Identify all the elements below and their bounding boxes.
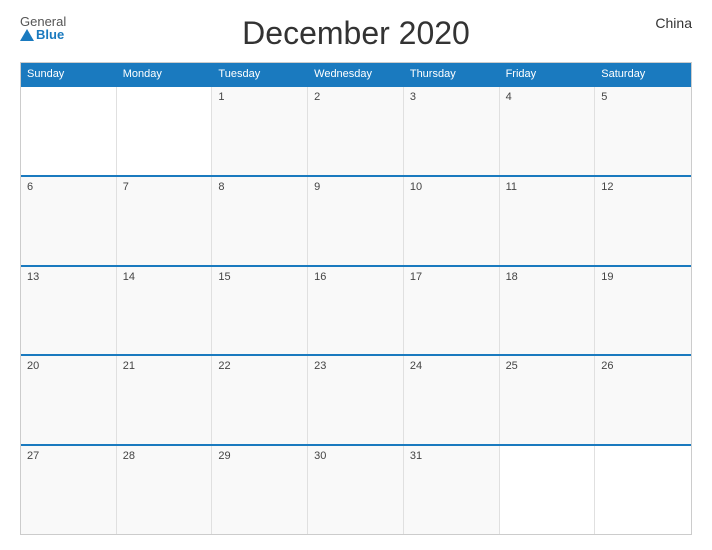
day-number: 27 xyxy=(27,450,39,462)
day-cell-w0-d2: 1 xyxy=(212,87,308,175)
day-cell-w4-d5 xyxy=(500,446,596,534)
header-thursday: Thursday xyxy=(404,63,500,85)
day-number: 2 xyxy=(314,91,320,103)
day-cell-w0-d6: 5 xyxy=(595,87,691,175)
day-cell-w0-d4: 3 xyxy=(404,87,500,175)
weeks-container: 1234567891011121314151617181920212223242… xyxy=(21,85,691,534)
day-cell-w2-d4: 17 xyxy=(404,267,500,355)
day-cell-w1-d1: 7 xyxy=(117,177,213,265)
day-cell-w3-d5: 25 xyxy=(500,356,596,444)
logo: General Blue xyxy=(20,15,66,41)
day-cell-w0-d1 xyxy=(117,87,213,175)
day-cell-w1-d3: 9 xyxy=(308,177,404,265)
header-wednesday: Wednesday xyxy=(308,63,404,85)
day-cell-w1-d5: 11 xyxy=(500,177,596,265)
day-cell-w0-d5: 4 xyxy=(500,87,596,175)
day-cell-w3-d6: 26 xyxy=(595,356,691,444)
header-sunday: Sunday xyxy=(21,63,117,85)
day-cell-w2-d3: 16 xyxy=(308,267,404,355)
day-cell-w1-d4: 10 xyxy=(404,177,500,265)
day-cell-w4-d1: 28 xyxy=(117,446,213,534)
week-row-5: 27 28 29 30 31 xyxy=(21,444,691,534)
day-number: 28 xyxy=(123,450,135,462)
country-label: China xyxy=(655,15,692,31)
day-cell-w4-d3: 30 xyxy=(308,446,404,534)
day-cell-w0-d3: 2 xyxy=(308,87,404,175)
day-cell-w1-d6: 12 xyxy=(595,177,691,265)
day-number: 22 xyxy=(218,360,230,372)
day-number: 12 xyxy=(601,181,613,193)
day-number: 24 xyxy=(410,360,422,372)
header-monday: Monday xyxy=(117,63,213,85)
day-number: 7 xyxy=(123,181,129,193)
calendar-title: December 2020 xyxy=(242,15,470,52)
week-row-1: 1 2 3 4 5 xyxy=(21,85,691,175)
day-number: 1 xyxy=(218,91,224,103)
day-number: 29 xyxy=(218,450,230,462)
day-number: 18 xyxy=(506,271,518,283)
week-row-3: 13 14 15 16 17 18 19 xyxy=(21,265,691,355)
header-tuesday: Tuesday xyxy=(212,63,308,85)
day-cell-w3-d2: 22 xyxy=(212,356,308,444)
logo-triangle-icon xyxy=(20,29,34,41)
day-number: 17 xyxy=(410,271,422,283)
day-cell-w4-d6 xyxy=(595,446,691,534)
day-cell-w2-d0: 13 xyxy=(21,267,117,355)
day-cell-w4-d0: 27 xyxy=(21,446,117,534)
day-cell-w3-d4: 24 xyxy=(404,356,500,444)
day-cell-w3-d0: 20 xyxy=(21,356,117,444)
day-number: 30 xyxy=(314,450,326,462)
day-cell-w0-d0 xyxy=(21,87,117,175)
day-cell-w1-d2: 8 xyxy=(212,177,308,265)
day-number: 26 xyxy=(601,360,613,372)
day-number: 25 xyxy=(506,360,518,372)
header: General Blue December 2020 China xyxy=(20,15,692,52)
day-number: 6 xyxy=(27,181,33,193)
header-friday: Friday xyxy=(500,63,596,85)
day-number: 8 xyxy=(218,181,224,193)
day-cell-w1-d0: 6 xyxy=(21,177,117,265)
day-cell-w2-d2: 15 xyxy=(212,267,308,355)
header-saturday: Saturday xyxy=(595,63,691,85)
day-number: 23 xyxy=(314,360,326,372)
day-number: 3 xyxy=(410,91,416,103)
day-number: 4 xyxy=(506,91,512,103)
day-headers-row: Sunday Monday Tuesday Wednesday Thursday… xyxy=(21,63,691,85)
day-number: 5 xyxy=(601,91,607,103)
day-number: 20 xyxy=(27,360,39,372)
day-cell-w2-d5: 18 xyxy=(500,267,596,355)
day-number: 16 xyxy=(314,271,326,283)
day-number: 10 xyxy=(410,181,422,193)
day-cell-w2-d6: 19 xyxy=(595,267,691,355)
week-row-4: 20 21 22 23 24 25 26 xyxy=(21,354,691,444)
day-number: 14 xyxy=(123,271,135,283)
calendar-grid: Sunday Monday Tuesday Wednesday Thursday… xyxy=(20,62,692,535)
day-number: 21 xyxy=(123,360,135,372)
logo-blue-text: Blue xyxy=(20,28,66,41)
calendar-container: General Blue December 2020 China Sunday … xyxy=(0,0,712,550)
day-cell-w3-d3: 23 xyxy=(308,356,404,444)
day-cell-w4-d2: 29 xyxy=(212,446,308,534)
day-cell-w3-d1: 21 xyxy=(117,356,213,444)
day-number: 19 xyxy=(601,271,613,283)
day-number: 9 xyxy=(314,181,320,193)
day-number: 11 xyxy=(506,181,517,193)
day-cell-w2-d1: 14 xyxy=(117,267,213,355)
week-row-2: 6 7 8 9 10 11 12 xyxy=(21,175,691,265)
day-number: 13 xyxy=(27,271,39,283)
day-cell-w4-d4: 31 xyxy=(404,446,500,534)
day-number: 15 xyxy=(218,271,230,283)
day-number: 31 xyxy=(410,450,422,462)
